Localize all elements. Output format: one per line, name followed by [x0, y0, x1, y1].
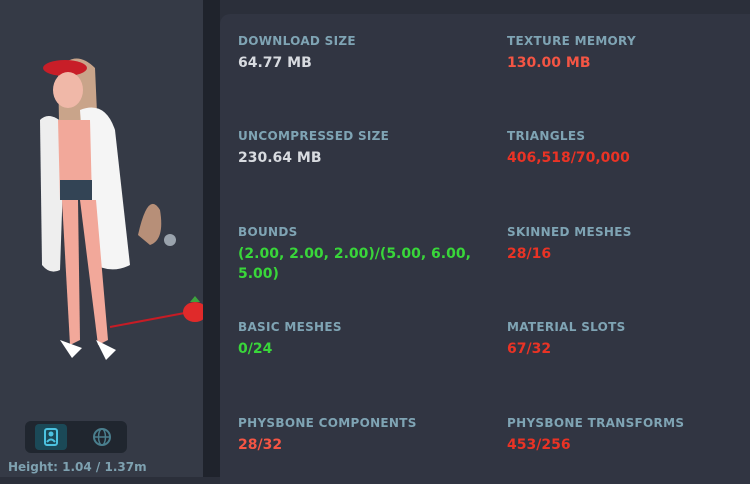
- stat-physbone-components: PHYSBONE COMPONENTS 28/32: [238, 416, 478, 455]
- stat-skinned-meshes: SKINNED MESHES 28/16: [507, 225, 747, 264]
- stat-label: MATERIAL SLOTS: [507, 320, 626, 334]
- stat-label: PHYSBONE COMPONENTS: [238, 416, 417, 430]
- avatar-height-readout: Height: 1.04 / 1.37m: [8, 460, 147, 474]
- stat-download-size: DOWNLOAD SIZE 64.77 MB: [238, 34, 478, 73]
- stat-texture-memory: TEXTURE MEMORY 130.00 MB: [507, 34, 747, 73]
- stat-label: SKINNED MESHES: [507, 225, 632, 239]
- stat-label: TEXTURE MEMORY: [507, 34, 636, 48]
- stat-value: 130.00 MB: [507, 55, 591, 71]
- avatar-preview[interactable]: [20, 40, 210, 370]
- stat-label: BOUNDS: [238, 225, 298, 239]
- stat-value: (2.00, 2.00, 2.00)/(5.00, 6.00, 5.00): [238, 246, 471, 282]
- stat-material-slots: MATERIAL SLOTS 67/32: [507, 320, 747, 359]
- stat-basic-meshes: BASIC MESHES 0/24: [238, 320, 478, 359]
- stat-triangles: TRIANGLES 406,518/70,000: [507, 129, 747, 168]
- globe-view-button[interactable]: [86, 424, 118, 450]
- stat-value: 230.64 MB: [238, 150, 322, 166]
- stat-label: DOWNLOAD SIZE: [238, 34, 356, 48]
- view-toggle: [25, 421, 127, 453]
- stat-value: 406,518/70,000: [507, 150, 630, 166]
- globe-view-icon: [92, 428, 111, 446]
- stat-label: TRIANGLES: [507, 129, 586, 143]
- stat-value: 453/256: [507, 437, 571, 453]
- stat-value: 28/32: [238, 437, 283, 453]
- performance-stats-panel: DOWNLOAD SIZE 64.77 MB TEXTURE MEMORY 13…: [220, 14, 750, 484]
- avatar-preview-pane: Height: 1.04 / 1.37m: [0, 0, 207, 477]
- stat-label: PHYSBONE TRANSFORMS: [507, 416, 685, 430]
- stat-value: 67/32: [507, 341, 552, 357]
- stat-value: 64.77 MB: [238, 55, 312, 71]
- stat-value: 28/16: [507, 246, 552, 262]
- stat-label: UNCOMPRESSED SIZE: [238, 129, 390, 143]
- stat-physbone-transforms: PHYSBONE TRANSFORMS 453/256: [507, 416, 747, 455]
- stat-value: 0/24: [238, 341, 273, 357]
- stat-label: BASIC MESHES: [238, 320, 342, 334]
- avatar-view-icon: [43, 428, 58, 446]
- pane-divider: [203, 0, 220, 477]
- avatar-view-button[interactable]: [34, 424, 67, 450]
- stat-uncompressed-size: UNCOMPRESSED SIZE 230.64 MB: [238, 129, 478, 168]
- stat-bounds: BOUNDS (2.00, 2.00, 2.00)/(5.00, 6.00, 5…: [238, 225, 473, 284]
